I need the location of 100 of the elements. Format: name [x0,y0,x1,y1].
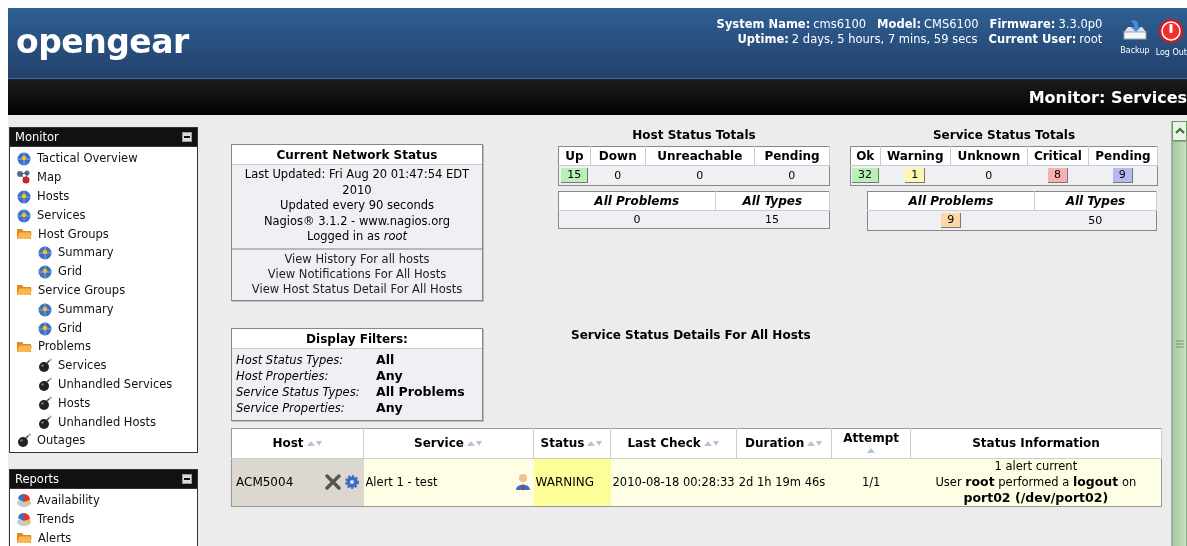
info-label: Model: [877,17,921,31]
column-header[interactable]: Duration [736,428,832,458]
panel-title: Monitor [15,130,59,144]
info-value: CMS6100 [924,17,979,31]
sidebar-link[interactable]: Summary [16,243,197,262]
section-title: Host Status Totals [631,128,757,142]
nav-link[interactable]: View Notifications For All Hosts [236,266,478,282]
sidebar-link[interactable]: Grid [16,318,197,337]
logo: opengear [15,21,191,61]
page-title: Monitor: Services [1028,87,1187,107]
panel-title: Current Network Status [232,145,482,165]
panel-title: Reports [15,471,60,486]
count-badge[interactable]: 1 [905,168,926,183]
person-icon [513,473,532,491]
filter-label: Host Status Types: [236,351,345,368]
count-value: 50 [1088,214,1103,227]
sidebar-link[interactable]: Availability [16,490,197,510]
globe-icon [37,244,53,261]
count-value: 15 [765,213,779,226]
column-header: All Types [1034,191,1157,211]
column-header: Critical [1027,146,1089,166]
count-badge[interactable]: 15 [561,168,589,183]
count-badge[interactable]: 32 [852,168,879,183]
column-header: Unknown [950,146,1028,166]
column-header[interactable]: Attempt [831,428,911,458]
info-value: cms6100 [813,17,867,31]
column-header[interactable]: Host [231,428,364,458]
nav-link[interactable]: View History For all hosts [236,251,478,267]
count-value: 0 [614,169,622,182]
sidebar-link[interactable]: Grid [16,261,197,281]
sidebar-link[interactable]: Unhandled Services [16,374,197,394]
section-title: Service Status Details For All Hosts [571,327,811,342]
count-badge[interactable]: 8 [1047,168,1068,183]
pie-chart-icon [16,510,32,527]
bomb-icon [37,413,53,430]
filter-label: Host Properties: [236,367,330,384]
column-header[interactable]: Status [533,428,611,458]
table-cell: 2d 1h 19m 46s [736,458,832,506]
bomb-icon [37,394,53,411]
globe-icon [16,188,32,204]
power-icon [1158,18,1185,44]
tray-arrow-icon [1122,18,1148,42]
sidebar-link[interactable]: Summary [16,299,197,319]
globe-icon [16,150,32,167]
collapse-icon[interactable] [182,473,192,484]
count-value: 0 [696,169,704,182]
folder-icon [16,226,33,242]
info-value: 3.3.0p0 [1058,17,1103,31]
column-header: All Problems [558,191,715,211]
column-header: All Types [715,191,830,211]
column-header[interactable]: Service [363,428,534,458]
count-value: 0 [985,169,993,182]
column-header[interactable]: Last Check [610,428,737,458]
sidebar-link[interactable]: Trends [16,509,197,529]
service-name[interactable]: Alert 1 - test [365,475,438,489]
sidebar-link[interactable]: Hosts [16,186,197,206]
info-value: 2 days, 5 hours, 7 mins, 59 secs [791,32,978,46]
filter-value: Any [376,367,404,384]
network-icon [16,169,32,186]
sidebar-link[interactable]: Services [16,205,197,225]
count-value: 0 [633,213,641,226]
status-text: Nagios® 3.1.2 - www.nagios.org [262,213,452,229]
host-name[interactable]: ACM5004 [236,475,294,489]
column-header: Warning [880,146,951,166]
pie-chart-icon [16,492,32,509]
sidebar-link[interactable]: Alerts [16,528,197,546]
panel-title: Display Filters: [232,328,482,349]
sidebar-link[interactable]: Problems [16,336,197,356]
status-text: Updated every 90 seconds [278,198,435,214]
column-header[interactable]: Status Information [910,428,1162,458]
collapse-icon[interactable] [182,132,192,142]
sidebar-link[interactable]: Service Groups [16,280,197,300]
filter-value: All [376,351,396,368]
scroll-up-button[interactable] [1172,121,1187,141]
table-cell: 1/1 [831,458,911,506]
status-cell: WARNING [533,458,611,506]
count-badge[interactable]: 9 [1112,168,1133,183]
caret-up-icon [1173,126,1186,136]
sidebar-link[interactable]: Tactical Overview [16,149,197,168]
column-header: Ok [850,146,880,166]
count-badge[interactable]: 9 [941,213,962,228]
log-out-button[interactable]: Log Out [1155,18,1187,57]
sidebar-link[interactable]: Map [16,167,197,187]
folder-icon [16,530,33,546]
nav-link[interactable]: View Host Status Detail For All Hosts [236,281,478,297]
status-text: Last Updated: Fri Aug 20 01:47:54 EDT 2010 [243,167,471,198]
filter-label: Service Status Types: [236,383,361,400]
info-label: Uptime: [737,32,789,46]
sidebar-link[interactable]: Host Groups [16,224,197,243]
backup-button[interactable]: Backup [1120,18,1150,57]
sidebar-link[interactable]: Hosts [16,393,197,413]
sidebar-link[interactable]: Outages [16,430,197,450]
bomb-icon [37,357,53,374]
gear-icon [343,474,360,490]
sidebar-link[interactable]: Services [16,355,197,375]
column-header: Unreachable [645,146,755,166]
status-text: Logged in as root [306,229,409,245]
status-text: User root performed a logout on port02 (/dev/port02) [934,473,1138,506]
sidebar-link[interactable]: Unhandled Hosts [16,412,197,431]
column-header: All Problems [867,191,1035,211]
